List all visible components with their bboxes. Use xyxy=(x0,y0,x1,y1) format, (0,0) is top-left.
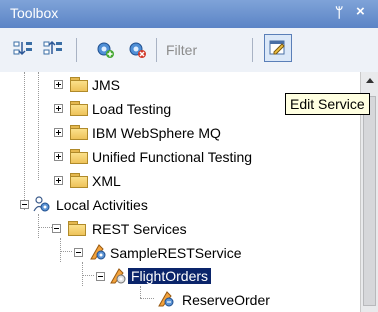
folder-icon xyxy=(70,77,88,92)
filter-input[interactable]: Filter xyxy=(166,40,246,60)
tree-item-label: Load Testing xyxy=(92,101,172,117)
expand-icon[interactable] xyxy=(54,128,63,137)
collapse-icon[interactable] xyxy=(96,272,105,281)
add-service-icon[interactable] xyxy=(94,38,116,60)
rest-method-icon xyxy=(158,291,174,307)
folder-icon xyxy=(70,125,88,140)
tree-item-label: XML xyxy=(92,173,121,189)
scroll-up-icon[interactable] xyxy=(366,78,374,83)
tree-item-flight-orders[interactable]: FlightOrders xyxy=(0,266,360,288)
expand-icon[interactable] xyxy=(54,176,63,185)
edit-service-button[interactable] xyxy=(264,34,292,62)
collapse-icon[interactable] xyxy=(52,224,61,233)
toolbar: Filter xyxy=(0,28,378,73)
scrollbar-thumb[interactable] xyxy=(363,96,376,306)
sort-descending-icon[interactable] xyxy=(42,38,64,60)
tree-item-local-activities[interactable]: Local Activities xyxy=(0,194,360,216)
tree-item-rest-services[interactable]: REST Services xyxy=(0,218,360,240)
folder-icon xyxy=(70,101,88,116)
collapse-icon[interactable] xyxy=(20,200,29,209)
tree-item-label: JMS xyxy=(92,77,120,93)
tree-item-label: FlightOrders xyxy=(126,267,213,285)
tree-item-reserve-order[interactable]: ReserveOrder xyxy=(0,289,360,311)
expand-icon[interactable] xyxy=(54,152,63,161)
window-title: Toolbox xyxy=(10,5,59,21)
sort-ascending-icon[interactable] xyxy=(12,38,34,60)
collapse-icon[interactable] xyxy=(74,248,83,257)
toolbox-title-bar: Toolbox ᛘ × xyxy=(0,0,378,28)
expand-icon[interactable] xyxy=(54,80,63,89)
edit-service-tooltip: Edit Service xyxy=(285,93,370,115)
tree-item-label: Unified Functional Testing xyxy=(92,149,253,165)
rest-resource-icon xyxy=(110,268,126,284)
edit-service-icon xyxy=(269,40,285,55)
close-icon[interactable]: × xyxy=(356,3,365,20)
tree-item-label: IBM WebSphere MQ xyxy=(92,125,221,141)
folder-icon xyxy=(68,221,86,236)
pin-icon[interactable]: ᛘ xyxy=(335,4,343,20)
expand-icon[interactable] xyxy=(54,104,63,113)
remove-service-icon[interactable] xyxy=(126,38,148,60)
tree-item-label: REST Services xyxy=(92,221,187,237)
toolbar-separator xyxy=(156,38,157,62)
tree-item[interactable]: Unified Functional Testing xyxy=(0,146,360,168)
tree-item[interactable]: IBM WebSphere MQ xyxy=(0,122,360,144)
tree-item-label: ReserveOrder xyxy=(182,292,270,308)
tree-item-label: Local Activities xyxy=(56,197,148,213)
toolbar-separator xyxy=(76,38,77,62)
local-activities-icon xyxy=(33,196,50,212)
folder-icon xyxy=(70,149,88,164)
toolbar-separator xyxy=(252,38,253,62)
tree-item[interactable]: XML xyxy=(0,170,360,192)
folder-icon xyxy=(70,173,88,188)
tree-item-sample-rest-service[interactable]: SampleRESTService xyxy=(0,242,360,264)
tree-item-label: SampleRESTService xyxy=(110,245,242,261)
rest-service-icon xyxy=(90,244,106,260)
